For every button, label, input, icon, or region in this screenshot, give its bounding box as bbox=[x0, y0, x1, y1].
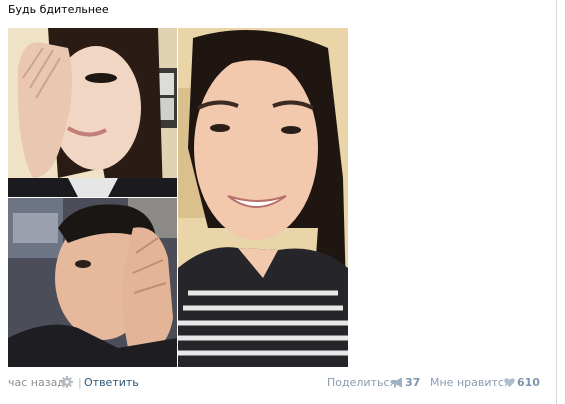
column-divider bbox=[556, 0, 557, 404]
wall-post: Будь бдительнее час назад | Ответить Под… bbox=[0, 0, 565, 404]
gear-icon[interactable] bbox=[61, 376, 73, 388]
post-footer: час назад | Ответить Поделиться 37 Мне н… bbox=[8, 376, 540, 390]
share-count: 37 bbox=[405, 376, 421, 389]
post-text: Будь бдительнее bbox=[8, 3, 109, 16]
post-time[interactable]: час назад bbox=[8, 376, 65, 389]
share-button[interactable]: Поделиться bbox=[327, 376, 396, 389]
megaphone-icon[interactable] bbox=[391, 377, 404, 388]
heart-icon[interactable] bbox=[504, 377, 515, 388]
photo-woman-covering-eye[interactable] bbox=[8, 28, 177, 197]
like-button[interactable]: Мне нравится bbox=[430, 376, 511, 389]
reply-link[interactable]: Ответить bbox=[84, 376, 139, 389]
photo-man-covering-eye[interactable] bbox=[8, 198, 177, 367]
footer-separator: | bbox=[78, 376, 82, 389]
like-count: 610 bbox=[517, 376, 540, 389]
photo-smiling-person-long-hair[interactable] bbox=[178, 28, 348, 367]
